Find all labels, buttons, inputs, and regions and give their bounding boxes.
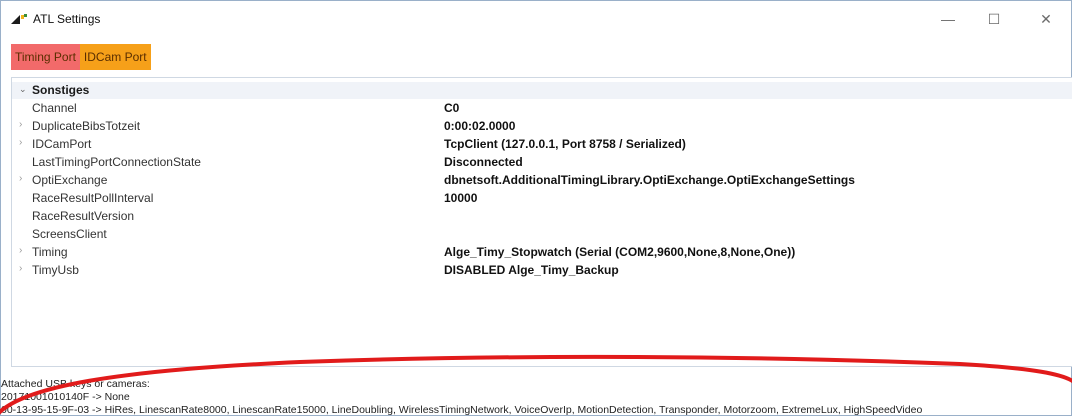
property-name: Channel xyxy=(32,101,77,115)
chevron-right-icon[interactable]: › xyxy=(19,245,22,256)
status-line: 20171001010140F -> None xyxy=(1,391,130,403)
property-row-raceresultversion[interactable]: RaceResultVersion xyxy=(12,207,1072,225)
status-line: Attached USB keys or cameras: xyxy=(1,378,150,390)
chevron-right-icon[interactable]: › xyxy=(19,173,22,184)
property-value[interactable]: C0 xyxy=(444,101,459,115)
maximize-icon: ☐ xyxy=(987,10,1001,27)
close-icon: ✕ xyxy=(1040,10,1052,27)
atl-app-icon xyxy=(11,14,27,24)
property-name: Timing xyxy=(32,245,68,259)
title-bar[interactable]: ATL Settings — ☐ ✕ xyxy=(1,1,1071,37)
window-title: ATL Settings xyxy=(33,12,101,26)
property-row-raceresultpollinterval[interactable]: RaceResultPollInterval 10000 xyxy=(12,189,1072,207)
property-row-lasttimingportconnectionstate[interactable]: LastTimingPortConnectionState Disconnect… xyxy=(12,153,1072,171)
maximize-button[interactable]: ☐ xyxy=(971,1,1017,37)
property-name: RaceResultVersion xyxy=(32,209,135,223)
chevron-down-icon[interactable]: ⌄ xyxy=(19,84,27,95)
property-name: RaceResultPollInterval xyxy=(32,191,154,205)
property-row-timyusb[interactable]: › TimyUsb DISABLED Alge_Timy_Backup xyxy=(12,261,1072,279)
port-tabs: Timing Port IDCam Port xyxy=(11,44,151,70)
property-row-channel[interactable]: Channel C0 xyxy=(12,99,1072,117)
property-row-idcamport[interactable]: › IDCamPort TcpClient (127.0.0.1, Port 8… xyxy=(12,135,1072,153)
property-row-optiexchange[interactable]: › OptiExchange dbnetsoft.AdditionalTimin… xyxy=(12,171,1072,189)
property-value[interactable]: Disconnected xyxy=(444,155,523,169)
property-row-screensclient[interactable]: ScreensClient xyxy=(12,225,1072,243)
property-row-duplicatebibstotzeit[interactable]: › DuplicateBibsTotzeit 0:00:02.0000 xyxy=(12,117,1072,135)
category-label: Sonstiges xyxy=(32,83,90,97)
chevron-right-icon[interactable]: › xyxy=(19,119,22,130)
close-button[interactable]: ✕ xyxy=(1023,1,1069,37)
chevron-right-icon[interactable]: › xyxy=(19,137,22,148)
property-value[interactable]: Alge_Timy_Stopwatch (Serial (COM2,9600,N… xyxy=(444,245,795,259)
tab-idcam-port[interactable]: IDCam Port xyxy=(79,44,151,70)
property-grid: ⌄ Sonstiges Channel C0 › DuplicateBibsTo… xyxy=(11,77,1072,367)
tab-timing-port[interactable]: Timing Port xyxy=(11,44,80,70)
property-value[interactable]: 0:00:02.0000 xyxy=(444,119,515,133)
property-row-timing[interactable]: › Timing Alge_Timy_Stopwatch (Serial (CO… xyxy=(12,243,1072,261)
minimize-icon: — xyxy=(941,11,955,27)
attached-devices-log: Attached USB keys or cameras: 2017100101… xyxy=(1,374,1071,417)
property-name: OptiExchange xyxy=(32,173,108,187)
property-value[interactable]: dbnetsoft.AdditionalTimingLibrary.OptiEx… xyxy=(444,173,855,187)
property-value[interactable]: TcpClient (127.0.0.1, Port 8758 / Serial… xyxy=(444,137,686,151)
category-sonstiges[interactable]: ⌄ Sonstiges xyxy=(12,82,1072,99)
property-name: IDCamPort xyxy=(32,137,92,151)
property-name: ScreensClient xyxy=(32,227,107,241)
property-name: LastTimingPortConnectionState xyxy=(32,155,201,169)
property-value[interactable]: 10000 xyxy=(444,191,477,205)
property-name: DuplicateBibsTotzeit xyxy=(32,119,141,133)
status-line: 00-13-95-15-9F-03 -> HiRes, LinescanRate… xyxy=(1,404,923,416)
property-value[interactable]: DISABLED Alge_Timy_Backup xyxy=(444,263,619,277)
minimize-button[interactable]: — xyxy=(925,1,971,37)
property-name: TimyUsb xyxy=(32,263,79,277)
chevron-right-icon[interactable]: › xyxy=(19,263,22,274)
atl-settings-window: ATL Settings — ☐ ✕ Timing Port IDCam Por… xyxy=(0,0,1072,416)
